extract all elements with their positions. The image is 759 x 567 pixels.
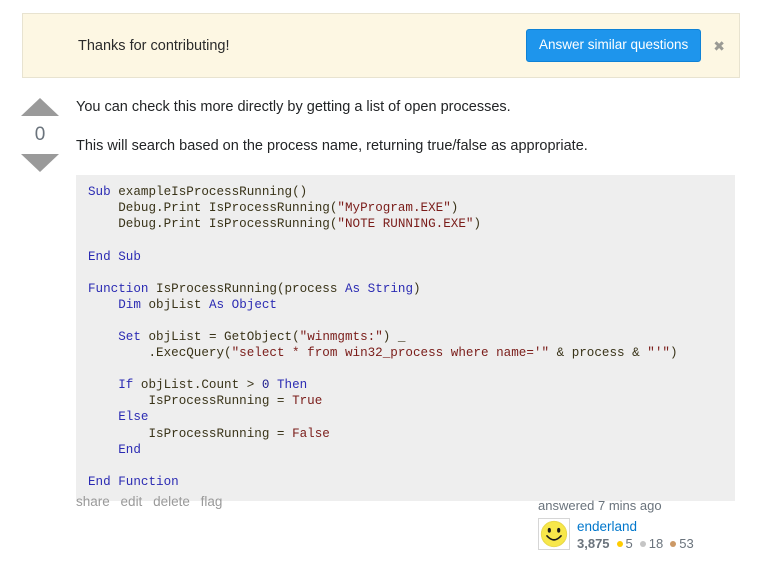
share-link[interactable]: share	[76, 494, 110, 509]
post-action-links: share edit delete flag	[76, 494, 229, 509]
answered-timestamp: answered 7 mins ago	[538, 498, 662, 513]
user-reputation-row: 3,875 5 18 53	[577, 536, 701, 551]
answer-paragraph-1: You can check this more directly by gett…	[76, 99, 511, 115]
edit-link[interactable]: edit	[121, 494, 143, 509]
reputation-score: 3,875	[577, 536, 610, 551]
delete-link[interactable]: delete	[153, 494, 190, 509]
silver-badge-group[interactable]: 18	[639, 536, 664, 551]
smiley-face-avatar[interactable]	[538, 518, 570, 550]
answer-user-card: answered 7 mins ago enderland 3,875 5 18…	[538, 498, 743, 551]
answer-post-body: You can check this more directly by gett…	[76, 98, 736, 501]
gold-badge-icon	[616, 540, 623, 547]
triangle-up-icon[interactable]	[21, 98, 59, 116]
silver-badge-icon	[639, 540, 646, 547]
contribution-banner: Thanks for contributing! Answer similar …	[22, 13, 740, 78]
vote-controls: 0	[20, 98, 60, 172]
triangle-down-icon[interactable]	[21, 154, 59, 172]
user-name-link[interactable]: enderland	[577, 519, 701, 534]
flag-link[interactable]: flag	[201, 494, 223, 509]
answer-similar-questions-button[interactable]: Answer similar questions	[525, 29, 702, 62]
answer-paragraph-2: This will search based on the process na…	[76, 137, 588, 154]
bronze-badge-group[interactable]: 53	[670, 536, 694, 551]
silver-badge-count: 18	[648, 536, 664, 551]
gold-badge-group[interactable]: 5	[616, 536, 633, 551]
bronze-badge-icon	[670, 540, 677, 547]
banner-message: Thanks for contributing!	[78, 37, 230, 54]
avatar-image	[540, 520, 568, 548]
code-block: Sub exampleIsProcessRunning() Debug.Prin…	[76, 175, 735, 501]
gold-badge-count: 5	[625, 536, 633, 551]
close-icon[interactable]: ✖	[713, 39, 725, 53]
bronze-badge-count: 53	[679, 536, 694, 551]
vote-count: 0	[34, 124, 46, 145]
